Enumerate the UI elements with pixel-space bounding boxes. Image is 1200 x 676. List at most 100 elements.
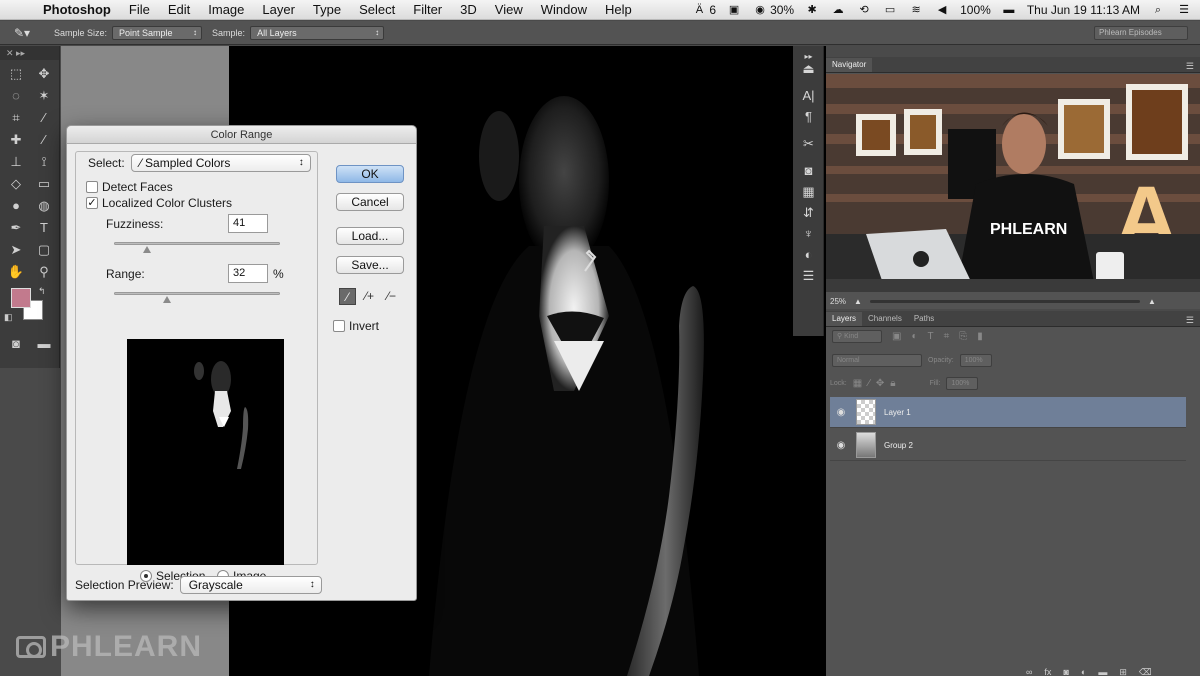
default-colors-icon[interactable]: ◧ (4, 312, 13, 323)
clone-stamp-icon[interactable]: ⊥ (2, 152, 30, 172)
clock[interactable]: Thu Jun 19 11:13 AM (1027, 3, 1140, 17)
range-slider[interactable] (114, 292, 280, 295)
screen-mode-icon[interactable]: ▬ (30, 334, 58, 354)
cancel-button[interactable]: Cancel (336, 193, 404, 211)
visibility-eye-icon[interactable]: ◉ (830, 407, 852, 418)
tab-navigator[interactable]: Navigator (826, 58, 873, 72)
fill-input[interactable]: 100% (946, 377, 979, 390)
creative-cloud-icon[interactable]: ☁ (830, 4, 846, 16)
ok-button[interactable]: OK (336, 165, 404, 183)
zoom-out-icon[interactable]: ▲ (854, 297, 862, 306)
lock-image-icon[interactable]: ∕ (868, 378, 870, 389)
gradient-tool-icon[interactable]: ▭ (30, 174, 58, 194)
info-panel-icon[interactable]: ⇵ (793, 202, 824, 223)
lock-position-icon[interactable]: ✥ (876, 378, 884, 389)
swap-colors-icon[interactable]: ↰ (38, 286, 46, 297)
new-group-icon[interactable]: ▬ (1098, 667, 1107, 676)
range-slider-thumb[interactable] (163, 296, 172, 303)
airplay-icon[interactable]: ▭ (882, 4, 898, 16)
tab-paths[interactable]: Paths (908, 312, 940, 326)
layer-row-layer-1[interactable]: ◉ Layer 1 (830, 397, 1186, 428)
lasso-tool-icon[interactable]: ◌ (2, 86, 30, 106)
menu-layer[interactable]: Layer (253, 2, 304, 17)
path-selection-icon[interactable]: ➤ (2, 240, 30, 260)
eraser-tool-icon[interactable]: ◇ (2, 174, 30, 194)
zoom-value[interactable]: 25% (830, 297, 846, 306)
lock-transparent-icon[interactable]: ▦ (853, 378, 862, 389)
load-button[interactable]: Load... (336, 227, 404, 245)
filter-toggle-icon[interactable]: ▮ (977, 331, 983, 342)
dodge-tool-icon[interactable]: ◍ (30, 196, 58, 216)
history-panel-icon[interactable]: ⏏ (793, 58, 824, 79)
brush-panel-icon[interactable]: ♆ (793, 223, 824, 244)
menu-photoshop[interactable]: Photoshop (34, 2, 120, 17)
visibility-eye-icon[interactable]: ◉ (830, 440, 852, 451)
healing-brush-icon[interactable]: ✚ (2, 130, 30, 150)
pen-tool-icon[interactable]: ✒ (2, 218, 30, 238)
filter-adjustment-icon[interactable]: ◐ (911, 331, 917, 342)
eyedropper-tool-icon[interactable]: ⁄ (30, 108, 58, 128)
menu-file[interactable]: File (120, 2, 159, 17)
sample-select[interactable]: All Layers (250, 25, 385, 40)
menu-select[interactable]: Select (350, 2, 404, 17)
marquee-tool-icon[interactable]: ⬚ (2, 64, 30, 84)
hand-tool-icon[interactable]: ✋ (2, 262, 30, 282)
spotlight-icon[interactable]: ⌕ (1150, 4, 1166, 16)
menu-edit[interactable]: Edit (159, 2, 199, 17)
workspace-switcher[interactable]: Phlearn Episodes (1094, 26, 1188, 40)
move-tool-icon[interactable]: ✥ (30, 64, 58, 84)
range-input[interactable]: 32 (228, 264, 268, 283)
delete-layer-icon[interactable]: ⌫ (1139, 667, 1152, 676)
shape-tool-icon[interactable]: ▢ (30, 240, 58, 260)
menu-type[interactable]: Type (304, 2, 350, 17)
brush-tool-icon[interactable]: ∕ (30, 130, 58, 150)
layer-name[interactable]: Group 2 (884, 441, 913, 450)
tool-presets-icon[interactable]: ✂ (793, 133, 824, 154)
progress-icon[interactable]: ◉ (752, 4, 768, 16)
fuzziness-input[interactable]: 41 (228, 214, 268, 233)
layers-menu-icon[interactable]: ☰ (1186, 315, 1200, 326)
layer-name[interactable]: Layer 1 (884, 408, 911, 417)
add-mask-icon[interactable]: ◙ (1063, 667, 1068, 676)
filter-kind-select[interactable]: ⚲ Kind (832, 330, 882, 343)
battery-icon[interactable]: ▬ (1001, 4, 1017, 16)
select-dropdown[interactable]: ⁄ Sampled Colors (130, 154, 311, 172)
eyedropper-subtract-icon[interactable]: ⁄− (383, 288, 400, 305)
menu-window[interactable]: Window (532, 2, 596, 17)
dialog-title[interactable]: Color Range (67, 126, 416, 144)
new-layer-icon[interactable]: ⊞ (1119, 667, 1127, 676)
tab-channels[interactable]: Channels (862, 312, 908, 326)
save-button[interactable]: Save... (336, 256, 404, 274)
menu-image[interactable]: Image (199, 2, 253, 17)
localized-clusters-checkbox[interactable]: ✓ (86, 197, 98, 209)
color-panel-icon[interactable]: ◐ (793, 244, 824, 265)
magic-wand-icon[interactable]: ✶ (30, 86, 58, 106)
wifi-icon[interactable]: ≋ (908, 4, 924, 16)
sample-size-select[interactable]: Point Sample (112, 25, 203, 40)
filter-shape-icon[interactable]: ⌗ (944, 331, 950, 342)
type-tool-icon[interactable]: T (30, 218, 58, 238)
menu-filter[interactable]: Filter (404, 2, 451, 17)
swatches-panel-icon[interactable]: ▦ (793, 181, 824, 202)
fuzziness-slider[interactable] (114, 242, 280, 245)
collapse-panels-icon[interactable]: ▸▸ (793, 46, 824, 61)
filter-pixel-icon[interactable]: ▣ (892, 331, 901, 342)
link-layers-icon[interactable]: ∞ (1026, 667, 1032, 676)
navigator-menu-icon[interactable]: ☰ (1186, 61, 1200, 72)
selection-preview-select[interactable]: Grayscale (179, 576, 322, 594)
volume-icon[interactable]: ◀ (934, 4, 950, 16)
blur-tool-icon[interactable]: ● (2, 196, 30, 216)
bluetooth-icon[interactable]: ✱ (804, 4, 820, 16)
eyedropper-add-icon[interactable]: ⁄+ (361, 288, 378, 305)
actions-panel-icon[interactable]: ◙ (793, 160, 824, 181)
navigator-thumbnail[interactable]: A PHLEARN (826, 74, 1200, 292)
zoom-slider[interactable] (869, 299, 1140, 303)
detect-faces-checkbox[interactable] (86, 181, 98, 193)
new-adjustment-icon[interactable]: ◐ (1081, 667, 1086, 676)
adjustments-panel-icon[interactable]: ☰ (793, 265, 824, 286)
menu-help[interactable]: Help (596, 2, 641, 17)
zoom-in-icon[interactable]: ▲ (1148, 297, 1156, 306)
fuzziness-slider-thumb[interactable] (143, 246, 152, 253)
tools-collapse-icon[interactable]: ✕ ▸▸ (0, 46, 59, 60)
crop-tool-icon[interactable]: ⌗ (2, 108, 30, 128)
